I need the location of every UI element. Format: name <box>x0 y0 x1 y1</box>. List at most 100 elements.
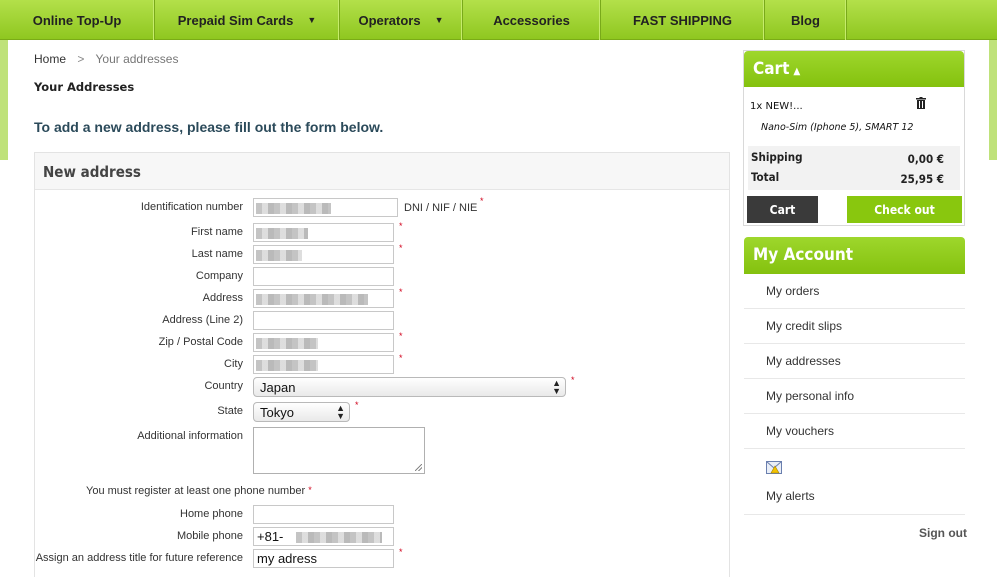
cart-header[interactable]: Cart ▲ <box>744 51 964 87</box>
cart-button[interactable]: Cart <box>747 196 818 223</box>
page-title: Your Addresses <box>34 80 135 94</box>
company-input[interactable] <box>253 267 394 286</box>
account-item-addresses[interactable]: My addresses <box>744 344 965 379</box>
new-address-form: New address Identification number DNI / … <box>34 152 730 577</box>
required-mark: * <box>355 400 359 410</box>
intro-text: To add a new address, please fill out th… <box>34 119 384 135</box>
caret-down-icon: ▼ <box>434 15 444 25</box>
alias-label: Assign an address title for future refer… <box>35 552 243 564</box>
envelope-alert-icon <box>766 461 782 474</box>
redacted-value <box>296 532 382 543</box>
zip-label: Zip / Postal Code <box>158 336 243 348</box>
select-arrows-icon: ▲ ▼ <box>336 403 345 421</box>
city-input[interactable] <box>253 355 394 374</box>
form-heading: New address <box>35 153 729 190</box>
country-value: Japan <box>260 380 296 395</box>
nav-label: Prepaid Sim Cards <box>177 12 294 28</box>
caret-up-icon[interactable]: ▲ <box>793 66 800 77</box>
last-name-input[interactable] <box>253 245 394 264</box>
required-mark: * <box>399 243 403 253</box>
redacted-value <box>256 203 331 214</box>
additional-info-label: Additional information <box>137 430 243 442</box>
nav-fast-shipping[interactable]: FAST SHIPPING <box>601 0 765 40</box>
account-item-vouchers[interactable]: My vouchers <box>744 414 965 449</box>
first-name-label: First name <box>191 226 243 238</box>
nav-prepaid-sim-cards[interactable]: Prepaid Sim Cards ▼ <box>155 0 340 40</box>
select-arrows-icon: ▲ ▼ <box>552 378 561 396</box>
required-mark: * <box>399 221 403 231</box>
nav-operators[interactable]: Operators ▼ <box>340 0 463 40</box>
address-input[interactable] <box>253 289 394 308</box>
alias-input[interactable]: my adress <box>253 549 394 568</box>
cart-item-name[interactable]: 1x NEW!... <box>750 101 803 112</box>
checkout-button[interactable]: Check out <box>847 196 962 223</box>
cart-block: Cart ▲ 1x NEW!... Nano-Sim (Iphone 5), SM… <box>743 50 965 226</box>
zip-row: Zip / Postal Code * <box>35 331 731 353</box>
identification-input[interactable] <box>253 198 398 217</box>
breadcrumb: Home > Your addresses <box>34 52 178 66</box>
first-name-row: First name * <box>35 221 731 243</box>
nav-label: FAST SHIPPING <box>633 12 732 28</box>
mobile-phone-value: +81- <box>257 529 284 544</box>
phone-note-text: You must register at least one phone num… <box>86 485 306 497</box>
breadcrumb-separator: > <box>77 52 85 66</box>
redacted-value <box>256 228 308 239</box>
nav-accessories[interactable]: Accessories <box>463 0 601 40</box>
mobile-phone-label: Mobile phone <box>176 530 243 542</box>
nav-filler <box>847 0 997 39</box>
resize-grip-icon[interactable] <box>415 464 422 471</box>
mobile-phone-input[interactable]: +81- <box>253 527 394 546</box>
country-select[interactable]: Japan ▲ ▼ <box>253 377 566 397</box>
last-name-label: Last name <box>191 248 243 260</box>
address-label: Address <box>202 292 243 304</box>
additional-info-textarea[interactable] <box>253 427 425 474</box>
alias-value: my adress <box>257 551 317 566</box>
nav-blog[interactable]: Blog <box>765 0 847 40</box>
company-label: Company <box>195 270 243 282</box>
nav-label: Accessories <box>493 12 570 28</box>
state-row: State Tokyo ▲ ▼ * <box>35 400 731 422</box>
redacted-value <box>256 338 318 349</box>
trash-icon[interactable] <box>916 97 926 109</box>
additional-info-row: Additional information <box>35 427 731 474</box>
account-item-alerts[interactable]: My alerts <box>744 449 965 515</box>
nav-label: Online Top-Up <box>32 12 122 28</box>
required-mark: * <box>571 375 575 385</box>
address2-label: Address (Line 2) <box>162 314 243 326</box>
state-value: Tokyo <box>260 405 294 420</box>
cart-title: Cart <box>753 59 790 79</box>
state-label: State <box>217 405 243 417</box>
page-edge-right <box>989 40 997 160</box>
caret-down-icon: ▼ <box>307 15 317 25</box>
home-phone-label: Home phone <box>180 508 243 520</box>
account-item-credit-slips[interactable]: My credit slips <box>744 309 965 344</box>
nav-label: Operators <box>358 12 421 28</box>
address2-row: Address (Line 2) <box>35 311 731 331</box>
nav-label: Blog <box>791 12 820 28</box>
first-name-input[interactable] <box>253 223 394 242</box>
cart-item-description: Nano-Sim (Iphone 5), SMART 12 <box>761 122 914 133</box>
alias-row: Assign an address title for future refer… <box>35 547 731 569</box>
country-label: Country <box>204 380 243 392</box>
identification-row: Identification number DNI / NIF / NIE * <box>35 196 731 218</box>
city-label: City <box>224 358 243 370</box>
required-mark: * <box>399 331 403 341</box>
address2-input[interactable] <box>253 311 394 330</box>
required-mark: * <box>308 485 312 495</box>
zip-input[interactable] <box>253 333 394 352</box>
total-label: Total <box>751 170 780 184</box>
top-navigation: Online Top-Up Prepaid Sim Cards ▼ Operat… <box>0 0 997 40</box>
account-item-orders[interactable]: My orders <box>744 274 965 309</box>
home-phone-input[interactable] <box>253 505 394 524</box>
breadcrumb-home[interactable]: Home <box>34 52 66 66</box>
breadcrumb-current: Your addresses <box>95 52 179 66</box>
country-row: Country Japan ▲ ▼ * <box>35 375 731 397</box>
last-name-row: Last name * <box>35 243 731 265</box>
state-select[interactable]: Tokyo ▲ ▼ <box>253 402 350 422</box>
sign-out-link[interactable]: Sign out <box>919 526 967 540</box>
mobile-phone-row: Mobile phone +81- <box>35 527 731 547</box>
redacted-value <box>256 360 318 371</box>
nav-online-topup[interactable]: Online Top-Up <box>0 0 155 40</box>
total-value: 25,95 € <box>900 172 944 186</box>
account-item-personal-info[interactable]: My personal info <box>744 379 965 414</box>
